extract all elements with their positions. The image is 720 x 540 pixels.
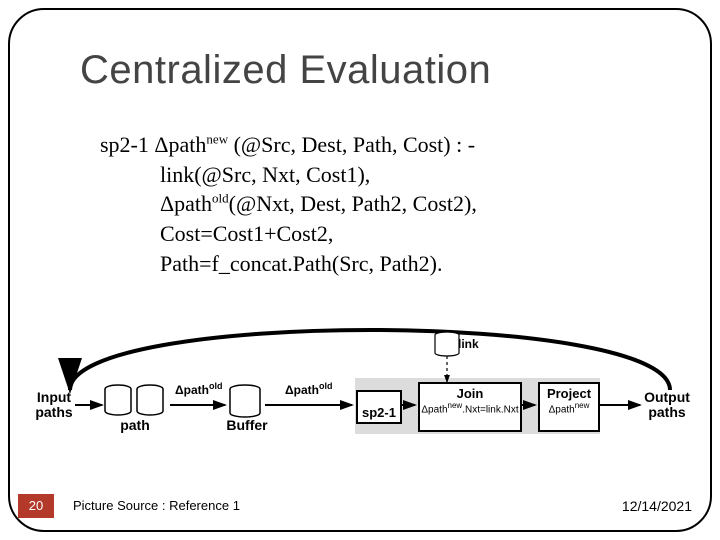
dpath-old-label-1: Δpathold (175, 382, 222, 397)
path-db-label: path (115, 418, 155, 433)
join-sub-a: Δpath (421, 404, 447, 415)
buffer-label: Buffer (225, 418, 269, 433)
sp21-text: sp2-1 (358, 392, 400, 428)
output-paths-text: Output paths (644, 389, 690, 420)
rule-block: sp2-1 Δpathnew (@Src, Dest, Path, Cost) … (100, 130, 640, 278)
dpath-old-text-1: Δpath (175, 383, 209, 397)
dpath-old-text-2: Δpath (285, 383, 319, 397)
rule-l1b: (@Src, Dest, Path, Cost) : - (228, 132, 475, 157)
project-title: Project (540, 384, 598, 401)
rule-l3b: (@Nxt, Dest, Path2, Cost2), (229, 191, 477, 216)
rule-l1a: sp2-1 Δpath (100, 132, 206, 157)
join-sub: Δpathnew.Nxt=link.Nxt (420, 401, 520, 415)
rule-line-5: Path=f_concat.Path(Src, Path2). (100, 249, 640, 279)
sp21-box: sp2-1 (356, 390, 402, 424)
join-sub-b: .Nxt=link.Nxt (462, 404, 518, 415)
join-box: Join Δpathnew.Nxt=link.Nxt (418, 382, 522, 432)
project-sub-new: new (575, 401, 590, 410)
slide-title: Centralized Evaluation (80, 48, 491, 93)
project-box: Project Δpathnew (538, 382, 600, 432)
output-paths-label: Output paths (642, 390, 692, 419)
dpath-old-sup-2: old (319, 381, 333, 391)
dpath-old-label-2: Δpathold (285, 382, 332, 397)
footer: 20 Picture Source : Reference 1 12/14/20… (18, 494, 692, 522)
slide-date: 12/14/2021 (622, 498, 692, 514)
rule-line-2: link(@Src, Nxt, Cost1), (100, 160, 640, 190)
link-db-label: link (458, 338, 479, 351)
join-sub-new: new (448, 401, 463, 410)
rule-line-4: Cost=Cost1+Cost2, (100, 219, 640, 249)
input-paths-label: Input paths (30, 390, 78, 419)
dpath-old-sup-1: old (209, 381, 223, 391)
rule-line-3: Δpathold(@Nxt, Dest, Path2, Cost2), (100, 189, 640, 219)
join-title: Join (420, 384, 520, 401)
rule-sup-new-1: new (206, 132, 228, 147)
diagram: Input paths path Δpathold Buffer Δpathol… (30, 320, 690, 460)
page-number-badge: 20 (18, 494, 54, 518)
rule-line-1: sp2-1 Δpathnew (@Src, Dest, Path, Cost) … (100, 130, 640, 160)
input-paths-text: Input paths (35, 389, 72, 420)
picture-source: Picture Source : Reference 1 (73, 498, 240, 513)
rule-l3a: Δpath (160, 191, 212, 216)
rule-sup-old-1: old (212, 191, 229, 206)
project-sub-a: Δpath (549, 404, 575, 415)
project-sub: Δpathnew (540, 401, 598, 415)
